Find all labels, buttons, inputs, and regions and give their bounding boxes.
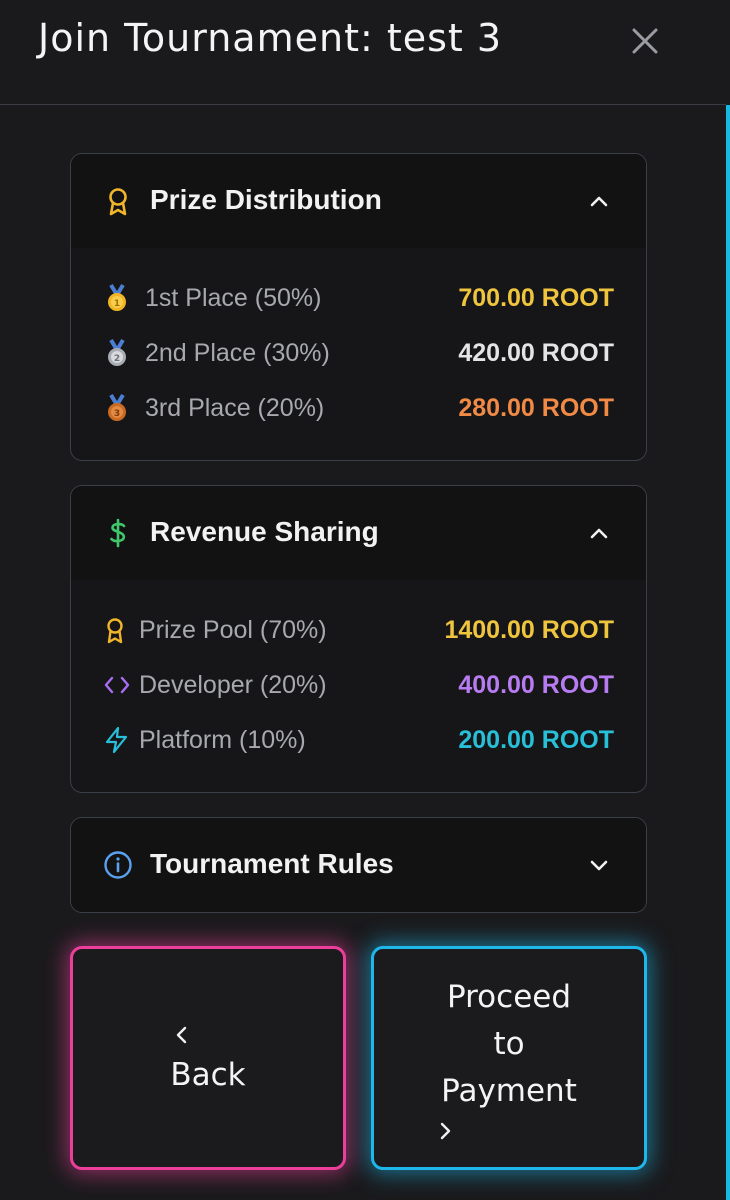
tournament-rules-header[interactable]: Tournament Rules xyxy=(71,818,646,912)
revenue-row-platform: Platform (10%) 200.00 ROOT xyxy=(103,720,614,760)
award-icon xyxy=(107,618,123,644)
proceed-label-line-1: Proceed xyxy=(446,979,572,1015)
prize-distribution-card: Prize Distribution 1 1st Place (50%) 700… xyxy=(70,153,647,461)
revenue-value-prize-pool: 1400.00 ROOT xyxy=(444,616,614,644)
proceed-label-line-3: Payment xyxy=(441,1073,577,1109)
tournament-rules-card[interactable]: Tournament Rules xyxy=(70,817,647,913)
svg-text:3: 3 xyxy=(114,409,120,419)
prize-value-3rd: 280.00 ROOT xyxy=(458,394,614,422)
prize-value-2nd: 420.00 ROOT xyxy=(458,339,614,367)
prize-label-1st: 1st Place (50%) xyxy=(145,284,322,312)
revenue-row-developer: Developer (20%) 400.00 ROOT xyxy=(103,665,614,705)
info-icon xyxy=(104,851,132,879)
lightning-icon xyxy=(105,726,128,754)
panel-edge xyxy=(726,0,730,1200)
silver-medal-icon: 2 xyxy=(108,339,126,366)
revenue-sharing-title: Revenue Sharing xyxy=(150,516,379,547)
svg-text:1: 1 xyxy=(114,299,120,309)
revenue-row-prize-pool: Prize Pool (70%) 1400.00 ROOT xyxy=(103,610,614,650)
svg-text:2: 2 xyxy=(114,354,120,364)
gold-medal-icon: 1 xyxy=(108,284,126,311)
revenue-sharing-header[interactable]: Revenue Sharing xyxy=(71,486,646,580)
chevron-right-icon xyxy=(440,1122,451,1140)
revenue-label-platform: Platform (10%) xyxy=(139,726,306,754)
back-button[interactable]: Back xyxy=(70,946,346,1170)
revenue-label-prize-pool: Prize Pool (70%) xyxy=(139,616,327,644)
chevron-down-icon[interactable] xyxy=(588,854,610,876)
back-button-label: Back xyxy=(170,1057,246,1093)
chevron-left-icon xyxy=(176,1026,187,1044)
prize-row-2nd: 2 2nd Place (30%) 420.00 ROOT xyxy=(103,333,614,373)
prize-row-1st: 1 1st Place (50%) 700.00 ROOT xyxy=(103,278,614,318)
dialog-header: Join Tournament: test 3 xyxy=(0,0,726,105)
prize-value-1st: 700.00 ROOT xyxy=(458,284,614,312)
dialog-title: Join Tournament: test 3 xyxy=(38,16,503,60)
award-icon xyxy=(109,188,127,216)
prize-distribution-title: Prize Distribution xyxy=(150,184,382,215)
bronze-medal-icon: 3 xyxy=(108,394,126,421)
prize-distribution-header[interactable]: Prize Distribution xyxy=(71,154,646,248)
proceed-label-line-2: to xyxy=(493,1026,525,1062)
revenue-value-platform: 200.00 ROOT xyxy=(458,726,614,754)
dollar-icon xyxy=(110,518,126,548)
code-icon xyxy=(104,676,130,694)
tournament-rules-title: Tournament Rules xyxy=(150,848,394,879)
revenue-sharing-card: Revenue Sharing Prize Pool (70%) 1400.00… xyxy=(70,485,647,793)
prize-row-3rd: 3 3rd Place (20%) 280.00 ROOT xyxy=(103,388,614,428)
prize-label-3rd: 3rd Place (20%) xyxy=(145,394,325,422)
close-icon[interactable] xyxy=(628,24,662,58)
revenue-label-developer: Developer (20%) xyxy=(139,671,327,699)
revenue-value-developer: 400.00 ROOT xyxy=(458,671,614,699)
panel-edge-cap xyxy=(726,0,730,105)
chevron-up-icon[interactable] xyxy=(588,522,610,544)
chevron-up-icon[interactable] xyxy=(588,190,610,212)
proceed-to-payment-button[interactable]: Proceed to Payment xyxy=(371,946,647,1170)
prize-label-2nd: 2nd Place (30%) xyxy=(145,339,330,367)
